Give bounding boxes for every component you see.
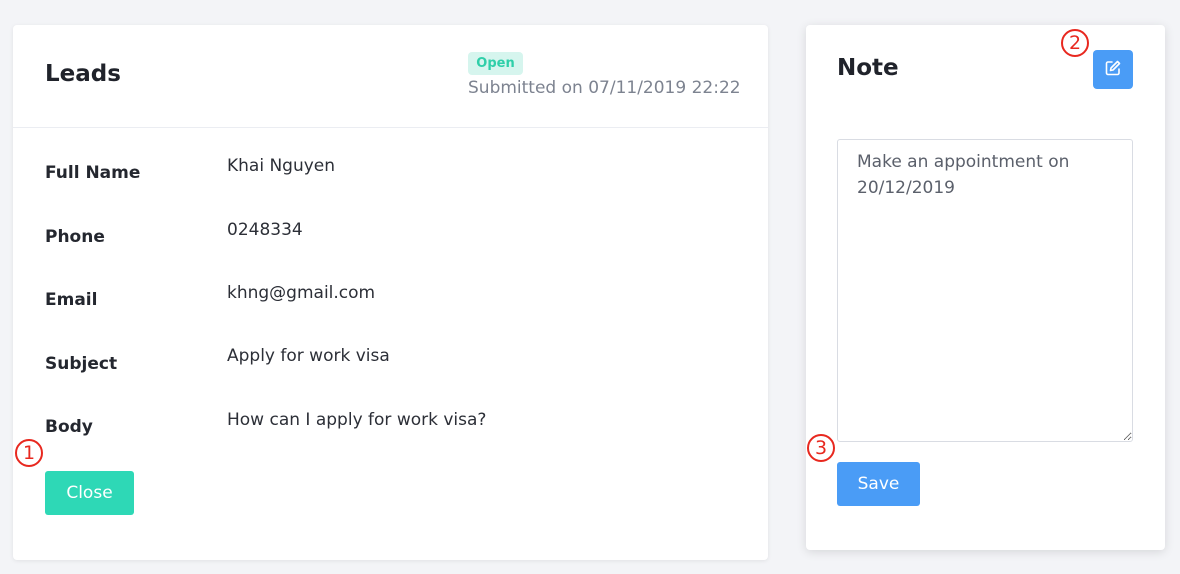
email-value: khng@gmail.com xyxy=(227,283,376,303)
close-button[interactable]: Close xyxy=(45,471,134,515)
annotation-marker-1: 1 xyxy=(15,439,43,467)
note-card: Note Make an appointment on 20/12/2019 S… xyxy=(806,25,1165,550)
note-title: Note xyxy=(837,55,899,81)
leads-title: Leads xyxy=(45,61,121,87)
body-label: Body xyxy=(45,417,93,437)
note-textarea[interactable]: Make an appointment on 20/12/2019 xyxy=(837,139,1133,442)
subject-value: Apply for work visa xyxy=(227,346,390,366)
annotation-marker-3: 3 xyxy=(807,434,835,462)
email-label: Email xyxy=(45,290,98,310)
body-value: How can I apply for work visa? xyxy=(227,410,487,430)
save-button[interactable]: Save xyxy=(837,462,920,506)
phone-value: 0248334 xyxy=(227,220,303,240)
annotation-marker-2: 2 xyxy=(1061,29,1089,57)
status-badge: Open xyxy=(468,52,523,75)
header-divider xyxy=(13,127,768,128)
submitted-date: Submitted on 07/11/2019 22:22 xyxy=(468,78,741,98)
subject-label: Subject xyxy=(45,354,118,374)
full-name-label: Full Name xyxy=(45,163,141,183)
leads-card: Leads Open Submitted on 07/11/2019 22:22… xyxy=(13,25,768,560)
edit-icon xyxy=(1104,59,1122,80)
phone-label: Phone xyxy=(45,227,105,247)
full-name-value: Khai Nguyen xyxy=(227,156,336,176)
edit-note-button[interactable] xyxy=(1093,50,1133,89)
